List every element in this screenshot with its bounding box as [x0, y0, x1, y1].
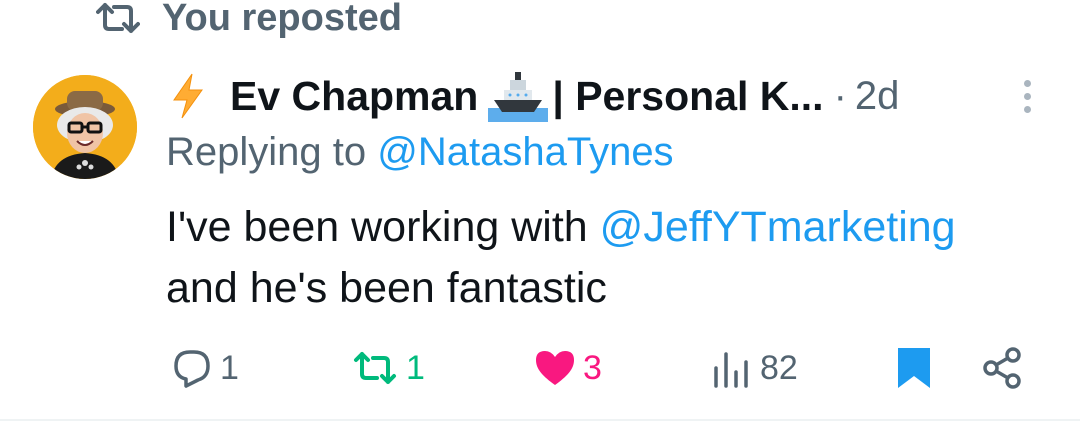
author-row: Ev Chapman | Personal K... · 2d [170, 66, 1050, 126]
bookmark-button[interactable] [892, 340, 936, 396]
repost-icon [96, 3, 140, 33]
replying-to: Replying to @NatashaTynes [166, 130, 674, 175]
repost-button[interactable]: 1 [350, 340, 425, 396]
repost-action-icon [354, 352, 396, 384]
avatar-image [33, 75, 137, 179]
author-name[interactable]: Ev Chapman [230, 73, 478, 120]
views-button[interactable]: 82 [710, 340, 798, 396]
share-button[interactable] [980, 340, 1024, 396]
reply-count: 1 [220, 348, 239, 387]
lightning-icon [173, 73, 203, 119]
replying-prefix: Replying to [166, 130, 367, 174]
reply-button[interactable]: 1 [170, 340, 239, 396]
author-name-suffix[interactable]: | Personal K... [552, 73, 823, 120]
views-count: 82 [760, 348, 798, 387]
like-count: 3 [583, 348, 602, 387]
body-mention[interactable]: @JeffYTmarketing [600, 203, 956, 251]
reply-icon [174, 350, 210, 388]
body-text-end: and he's been fantastic [166, 264, 607, 312]
action-bar: 1 1 3 82 [0, 340, 1080, 396]
separator-dot: · [833, 73, 847, 118]
tweet-card[interactable]: You reposted Ev Chapman | Personal K... … [0, 0, 1080, 422]
heart-icon [536, 351, 574, 385]
body-text-start: I've been working with [166, 203, 588, 251]
replying-handle[interactable]: @NatashaTynes [377, 130, 673, 174]
timestamp[interactable]: 2d [855, 74, 900, 119]
more-options-icon[interactable] [1017, 80, 1037, 120]
repost-count: 1 [406, 348, 425, 387]
share-icon [983, 347, 1021, 389]
repost-label: You reposted [162, 0, 402, 39]
avatar[interactable] [33, 75, 137, 179]
like-button[interactable]: 3 [533, 340, 602, 396]
views-icon [714, 352, 748, 388]
tweet-body: I've been working with @JeffYTmarketing … [166, 197, 1066, 319]
bookmark-icon [898, 348, 930, 388]
divider [0, 419, 1080, 421]
repost-indicator: You reposted [96, 0, 402, 42]
ship-icon [488, 72, 549, 122]
